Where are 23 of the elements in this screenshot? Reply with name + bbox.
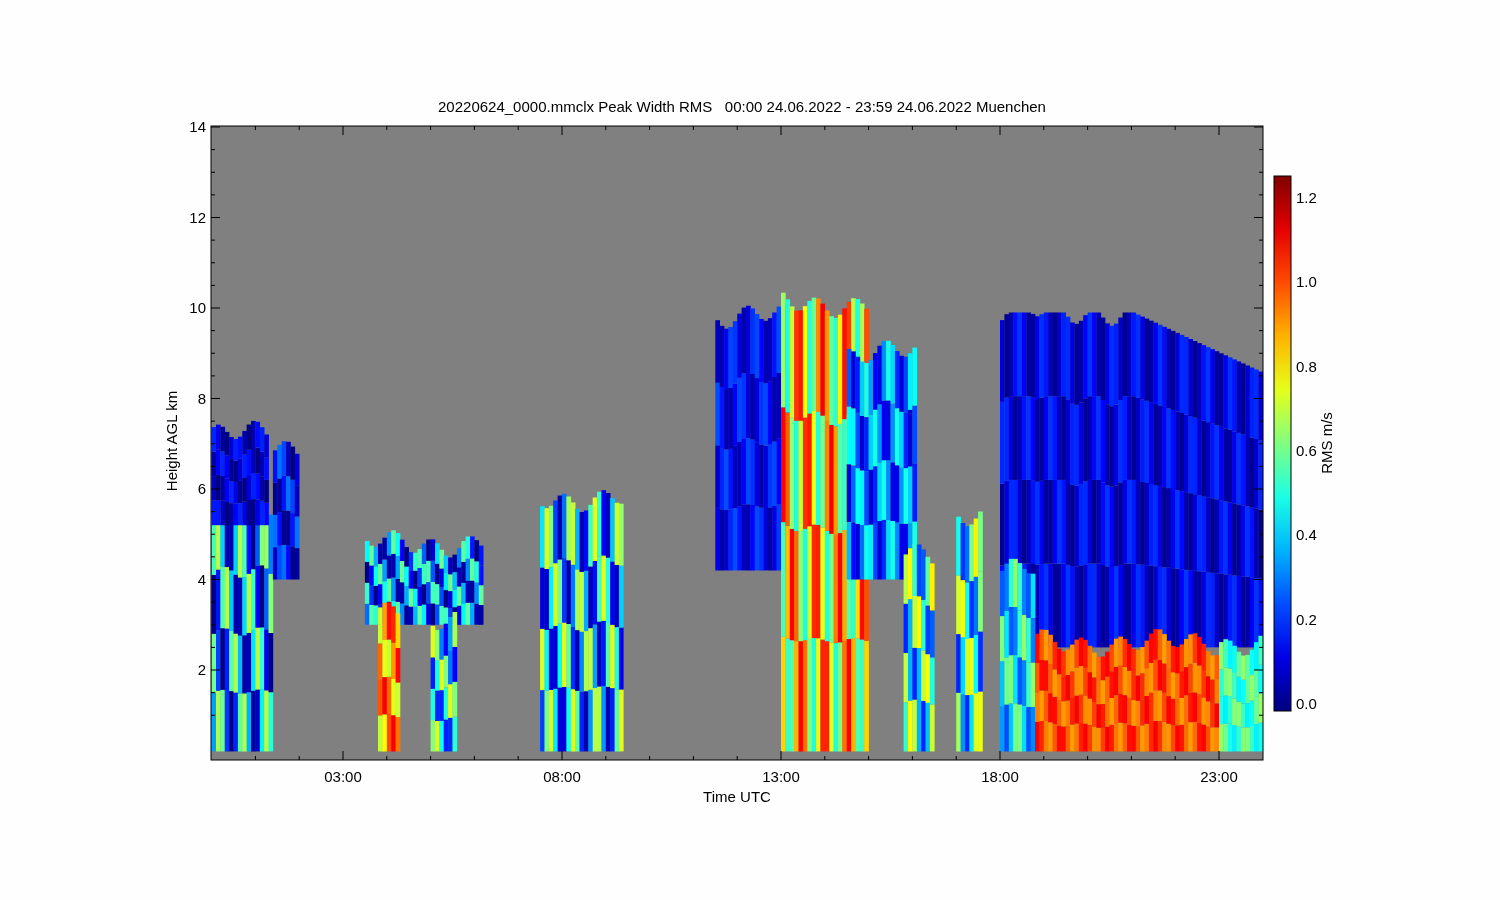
x-tick-label: 03:00 (324, 768, 362, 785)
y-axis-label: Height AGL km (163, 390, 180, 492)
x-tick-label: 18:00 (981, 768, 1019, 785)
x-tick-label: 08:00 (543, 768, 581, 785)
x-tick-label: 13:00 (762, 768, 800, 785)
y-tick-label: 8 (197, 389, 206, 407)
chart-title: 20220624_0000.mmclx Peak Width RMS 00:00 24.06.2022 - 23:59 24.06.2022 Muenchen (438, 98, 1046, 115)
colorbar-tick-label: 1.0 (1296, 273, 1317, 291)
colorbar-tick-label: 0.0 (1296, 695, 1317, 712)
colorbar-tick-label: 0.8 (1296, 357, 1317, 375)
y-tick-label: 2 (197, 661, 206, 678)
colorbar-tick-label: 1.2 (1296, 188, 1317, 206)
x-tick-label: 23:00 (1200, 768, 1238, 785)
x-axis-label: Time UTC (703, 788, 771, 805)
colorbar-tick-label: 0.2 (1296, 610, 1317, 628)
y-tick-label: 10 (189, 299, 206, 316)
colorbar-tick-label: 0.6 (1296, 442, 1317, 459)
y-tick-label: 6 (197, 480, 206, 497)
y-tick-label: 14 (189, 118, 206, 135)
y-tick-label: 12 (189, 208, 206, 226)
y-tick-label: 4 (197, 570, 206, 588)
colorbar-label: RMS m/s (1318, 412, 1335, 474)
colorbar-tick-label: 0.4 (1296, 526, 1317, 544)
